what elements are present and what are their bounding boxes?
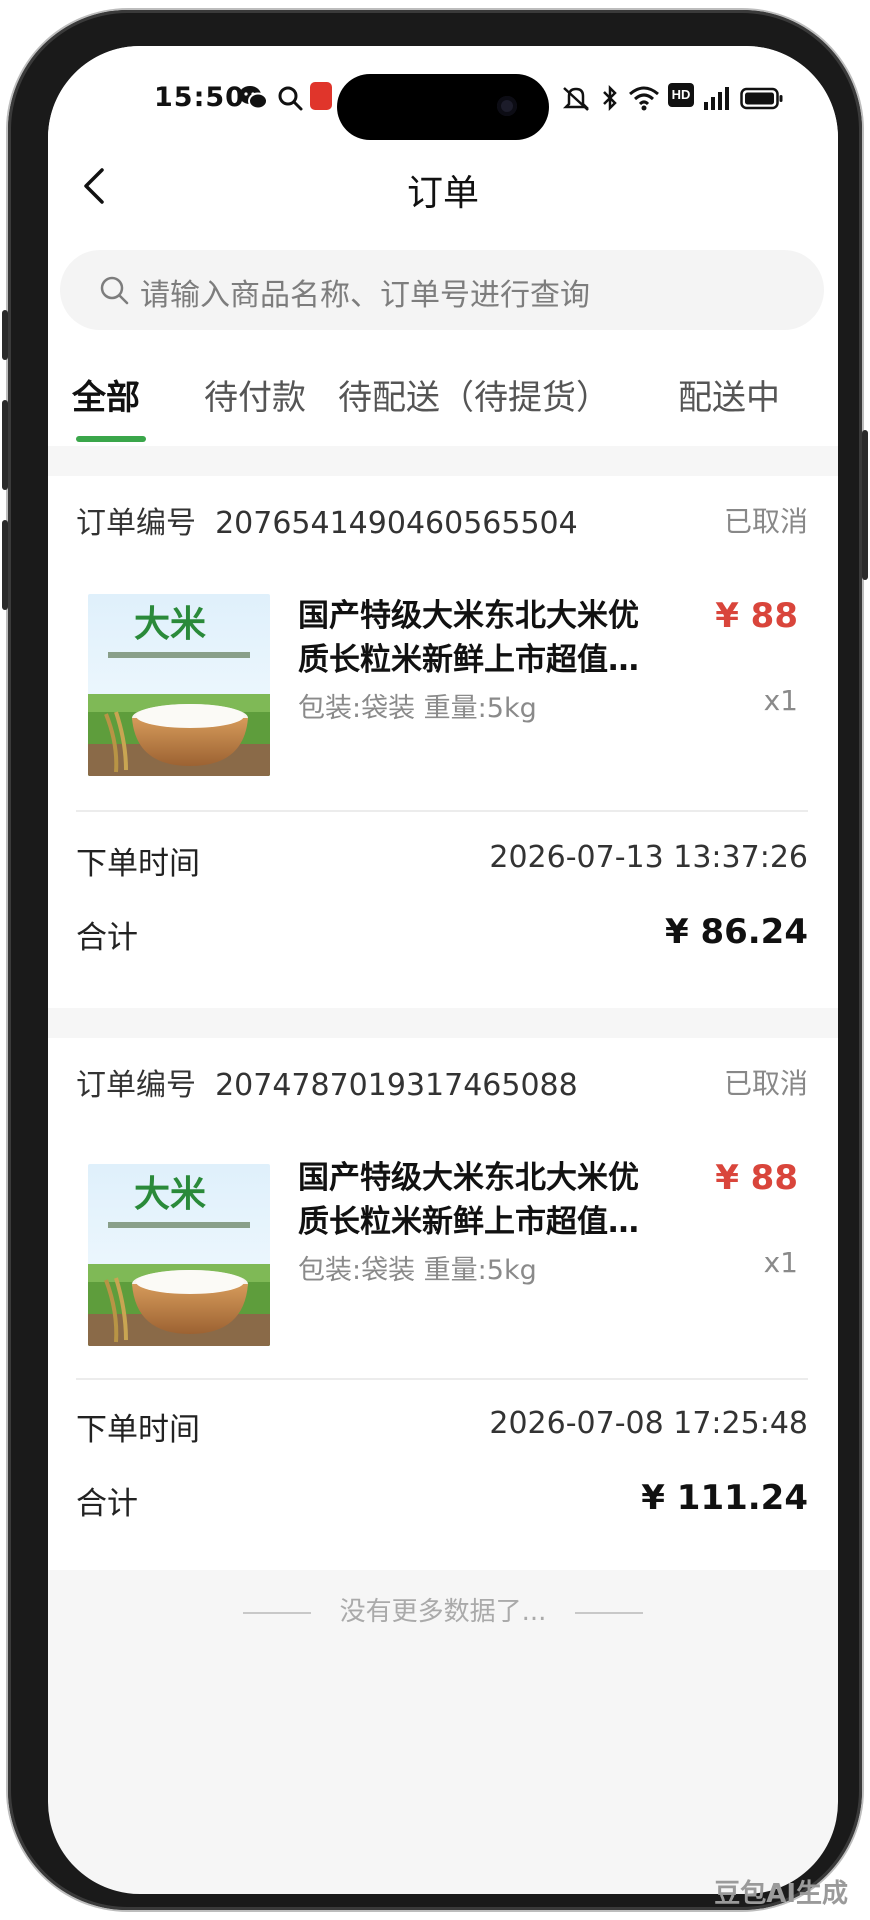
screen: 15:50 HD 订单 请输入商品名称、订单号进行查询 全部 待付款 待配送（待… — [48, 46, 838, 1894]
total-amount: ¥ 86.24 — [664, 912, 808, 952]
side-button-action — [2, 310, 8, 360]
rice-product-picture: 大米 — [88, 594, 270, 776]
total-amount: ¥ 111.24 — [641, 1478, 808, 1518]
status-time: 15:50 — [154, 82, 245, 113]
product-name-line1: 国产特级大米东北大米优 — [298, 598, 639, 634]
order-status: 已取消 — [723, 1067, 808, 1100]
battery-icon — [740, 87, 783, 110]
product-quantity: x1 — [763, 1246, 798, 1279]
order-time-value: 2026-07-13 13:37:26 — [489, 840, 808, 875]
mute-bell-icon — [562, 87, 590, 111]
search-placeholder: 请输入商品名称、订单号进行查询 — [140, 278, 590, 313]
product-quantity: x1 — [763, 684, 798, 717]
hd-badge: HD — [668, 83, 694, 107]
product-image[interactable]: 大米 — [88, 1164, 270, 1346]
order-number-value: 2076541490460565504 — [215, 506, 578, 541]
page-title: 订单 — [406, 173, 479, 214]
divider — [76, 1378, 808, 1380]
tab-pending-delivery[interactable]: 待配送（待提货） — [338, 370, 610, 419]
nav-header: 订单 — [48, 146, 838, 236]
list-end-indicator: 没有更多数据了... — [48, 1591, 838, 1628]
order-number-value: 2074787019317465088 — [215, 1068, 578, 1103]
status-bar: 15:50 HD — [48, 46, 838, 146]
divider — [76, 810, 808, 812]
phone-frame: 15:50 HD 订单 请输入商品名称、订单号进行查询 全部 待付款 待配送（待… — [2, 10, 868, 1910]
wifi-icon — [629, 86, 659, 111]
divider-right — [574, 1611, 643, 1614]
signal-icon — [704, 87, 729, 110]
bluetooth-icon — [603, 84, 617, 112]
side-button-volume-up — [2, 400, 8, 490]
order-number: 订单编号 2076541490460565504 — [76, 498, 578, 542]
watermark: 豆包AI生成 — [714, 1879, 848, 1909]
side-button-volume-down — [2, 520, 8, 610]
image-title: 大米 — [134, 604, 206, 645]
product-image[interactable]: 大米 — [88, 594, 270, 776]
order-number: 订单编号 2074787019317465088 — [76, 1060, 578, 1104]
tab-in-delivery[interactable]: 配送中 — [678, 370, 780, 419]
total-label: 合计 — [76, 1486, 138, 1522]
product-name-line1: 国产特级大米东北大米优 — [298, 1160, 639, 1196]
total-label: 合计 — [76, 920, 138, 956]
product-price: ¥ 88 — [715, 596, 798, 636]
order-tabs: 全部 待付款 待配送（待提货） 配送中 — [48, 346, 838, 446]
divider-left — [243, 1611, 312, 1614]
side-button-power — [862, 430, 868, 580]
order-card[interactable]: 订单编号 2074787019317465088 已取消 大米 国产特级大米东北… — [48, 1038, 838, 1468]
order-status: 已取消 — [723, 505, 808, 538]
order-time-label: 下单时间 — [76, 846, 200, 882]
tab-pending-payment[interactable]: 待付款 — [204, 370, 306, 419]
order-number-label: 订单编号 — [76, 506, 196, 541]
active-tab-indicator — [76, 436, 146, 442]
product-price: ¥ 88 — [715, 1158, 798, 1198]
product-spec: 包装:袋装 重量:5kg — [298, 693, 537, 724]
product-spec: 包装:袋装 重量:5kg — [298, 1255, 537, 1286]
order-card[interactable]: 订单编号 2076541490460565504 已取消 大米 国产特级大米东北… — [48, 476, 838, 906]
rice-product-picture: 大米 — [88, 1164, 270, 1346]
search-section: 请输入商品名称、订单号进行查询 — [48, 236, 838, 346]
order-total-row: 合计 ¥ 111.24 — [48, 1468, 838, 1570]
search-input[interactable]: 请输入商品名称、订单号进行查询 — [60, 250, 824, 330]
order-total-row: 合计 ¥ 86.24 — [48, 906, 838, 1008]
order-time-label: 下单时间 — [76, 1412, 200, 1448]
search-icon — [100, 276, 129, 305]
product-name-line2: 质长粒米新鲜上市超值… — [298, 642, 639, 678]
wechat-icon — [239, 86, 268, 110]
front-camera — [497, 96, 517, 116]
notification-search-icon — [278, 86, 303, 111]
product-name-line2: 质长粒米新鲜上市超值… — [298, 1204, 639, 1240]
tab-all[interactable]: 全部 — [72, 370, 140, 419]
no-more-data-text: 没有更多数据了... — [339, 1597, 547, 1627]
order-number-label: 订单编号 — [76, 1068, 196, 1103]
dynamic-island — [337, 74, 549, 140]
app-notification-icon — [310, 82, 332, 110]
image-title: 大米 — [134, 1174, 206, 1215]
order-time-value: 2026-07-08 17:25:48 — [489, 1406, 808, 1441]
